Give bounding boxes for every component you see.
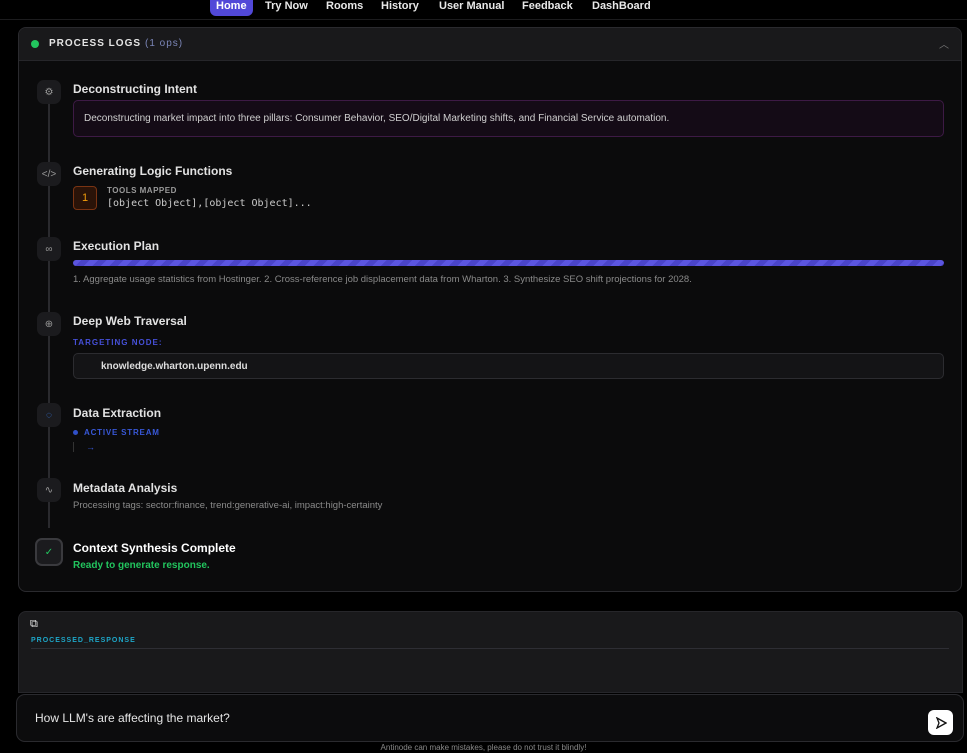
- send-icon: [935, 717, 947, 729]
- process-logs-title: PROCESS LOGS: [49, 38, 141, 49]
- nav-home[interactable]: Home: [210, 0, 253, 16]
- send-button[interactable]: [928, 710, 953, 735]
- chat-input-box: [16, 694, 964, 742]
- ops-count: (1 ops): [145, 38, 183, 49]
- processed-response-label: PROCESSED_RESPONSE: [31, 637, 136, 644]
- chevron-up-icon[interactable]: ︿: [939, 36, 949, 51]
- process-logs-panel: PROCESS LOGS (1 ops) ︿ ⚙ Deconstructing …: [18, 27, 962, 592]
- chat-input[interactable]: [35, 711, 915, 725]
- globe-icon: ⊕: [37, 312, 61, 336]
- metadata-text: Processing tags: sector:finance, trend:g…: [73, 500, 382, 511]
- step-title: Context Synthesis Complete: [73, 541, 236, 555]
- nav-feedback[interactable]: Feedback: [516, 0, 579, 16]
- activity-icon: ∿: [37, 478, 61, 502]
- divider: [31, 648, 949, 649]
- status-dot: [31, 40, 39, 48]
- step-title: Generating Logic Functions: [73, 164, 232, 178]
- tools-mapped-value: [object Object],[object Object]...: [107, 198, 312, 209]
- loading-spinner-icon: ◌: [37, 403, 61, 427]
- nav-history[interactable]: History: [375, 0, 425, 16]
- timeline-line: [48, 88, 50, 528]
- check-circle-icon: ✓: [35, 538, 63, 566]
- step-title: Metadata Analysis: [73, 481, 177, 495]
- nav-try-now[interactable]: Try Now: [259, 0, 314, 16]
- targeting-node-label: TARGETING NODE:: [73, 338, 163, 347]
- step-title: Deconstructing Intent: [73, 82, 197, 96]
- step-title: Data Extraction: [73, 406, 161, 420]
- active-stream-label: ACTIVE STREAM: [73, 428, 160, 437]
- disclaimer: Antinode can make mistakes, please do no…: [0, 743, 967, 752]
- code-icon: </>: [37, 162, 61, 186]
- process-logs-header[interactable]: PROCESS LOGS (1 ops) ︿: [19, 28, 961, 61]
- response-panel: ⧉ PROCESSED_RESPONSE: [18, 611, 963, 693]
- execution-plan-text: 1. Aggregate usage statistics from Hosti…: [73, 274, 692, 285]
- target-node-url: knowledge.wharton.upenn.edu: [73, 353, 944, 379]
- workflow-icon: ∞: [37, 237, 61, 261]
- nav-user-manual[interactable]: User Manual: [433, 0, 510, 16]
- copy-icon[interactable]: ⧉: [30, 618, 38, 631]
- nav-dashboard[interactable]: DashBoard: [586, 0, 657, 16]
- step-title: Execution Plan: [73, 239, 159, 253]
- top-nav: Home Try Now Rooms History User Manual F…: [0, 0, 967, 20]
- tools-mapped-label: TOOLS MAPPED: [107, 186, 177, 195]
- execution-progress-bar: [73, 260, 944, 266]
- ready-text: Ready to generate response.: [73, 560, 210, 571]
- tools-count-badge: 1: [73, 186, 97, 210]
- step-title: Deep Web Traversal: [73, 314, 187, 328]
- arrow-right-icon: →: [73, 442, 95, 452]
- brain-icon: ⚙: [37, 80, 61, 104]
- nav-rooms[interactable]: Rooms: [320, 0, 369, 16]
- intent-box: Deconstructing market impact into three …: [73, 100, 944, 137]
